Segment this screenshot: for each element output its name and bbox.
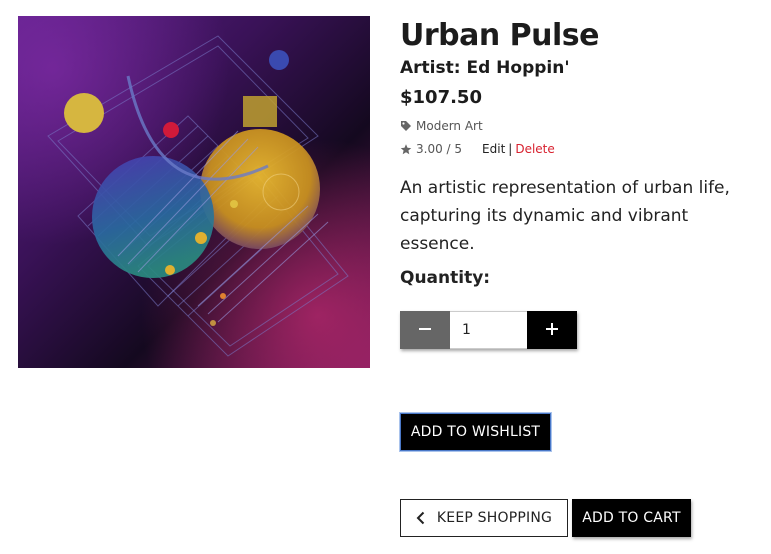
minus-icon — [418, 321, 432, 340]
product-artist: Artist: Ed Hoppin' — [400, 58, 570, 78]
edit-link[interactable]: Edit — [482, 141, 505, 157]
add-to-wishlist-button[interactable]: ADD TO WISHLIST — [400, 413, 551, 451]
star-icon — [400, 143, 412, 155]
quantity-label: Quantity: — [400, 268, 491, 288]
product-price: $107.50 — [400, 87, 482, 108]
delete-link[interactable]: Delete — [515, 141, 554, 157]
add-to-cart-button[interactable]: ADD TO CART — [572, 499, 691, 537]
quantity-stepper — [400, 311, 577, 349]
category-label: Modern Art — [416, 119, 483, 133]
product-category[interactable]: Modern Art — [400, 118, 760, 134]
product-description: An artistic representation of urban life… — [400, 178, 730, 254]
chevron-left-icon — [416, 511, 425, 525]
plus-icon — [545, 321, 559, 340]
link-separator: | — [508, 142, 513, 156]
product-details: Urban Pulse Artist: Ed Hoppin' $107.50 M… — [400, 16, 760, 258]
product-title: Urban Pulse — [400, 18, 600, 53]
rating-value: 3.00 / 5 — [416, 142, 463, 156]
add-to-cart-label: ADD TO CART — [582, 510, 681, 526]
quantity-input[interactable] — [450, 311, 527, 349]
keep-shopping-button[interactable]: KEEP SHOPPING — [400, 499, 568, 537]
tag-icon — [400, 120, 412, 132]
product-rating-row: 3.00 / 5 Edit | Delete — [400, 141, 760, 157]
product-image — [18, 16, 370, 368]
wishlist-button-label: ADD TO WISHLIST — [410, 424, 541, 440]
increment-button[interactable] — [527, 311, 577, 349]
decrement-button[interactable] — [400, 311, 450, 349]
keep-shopping-label: KEEP SHOPPING — [436, 510, 553, 526]
